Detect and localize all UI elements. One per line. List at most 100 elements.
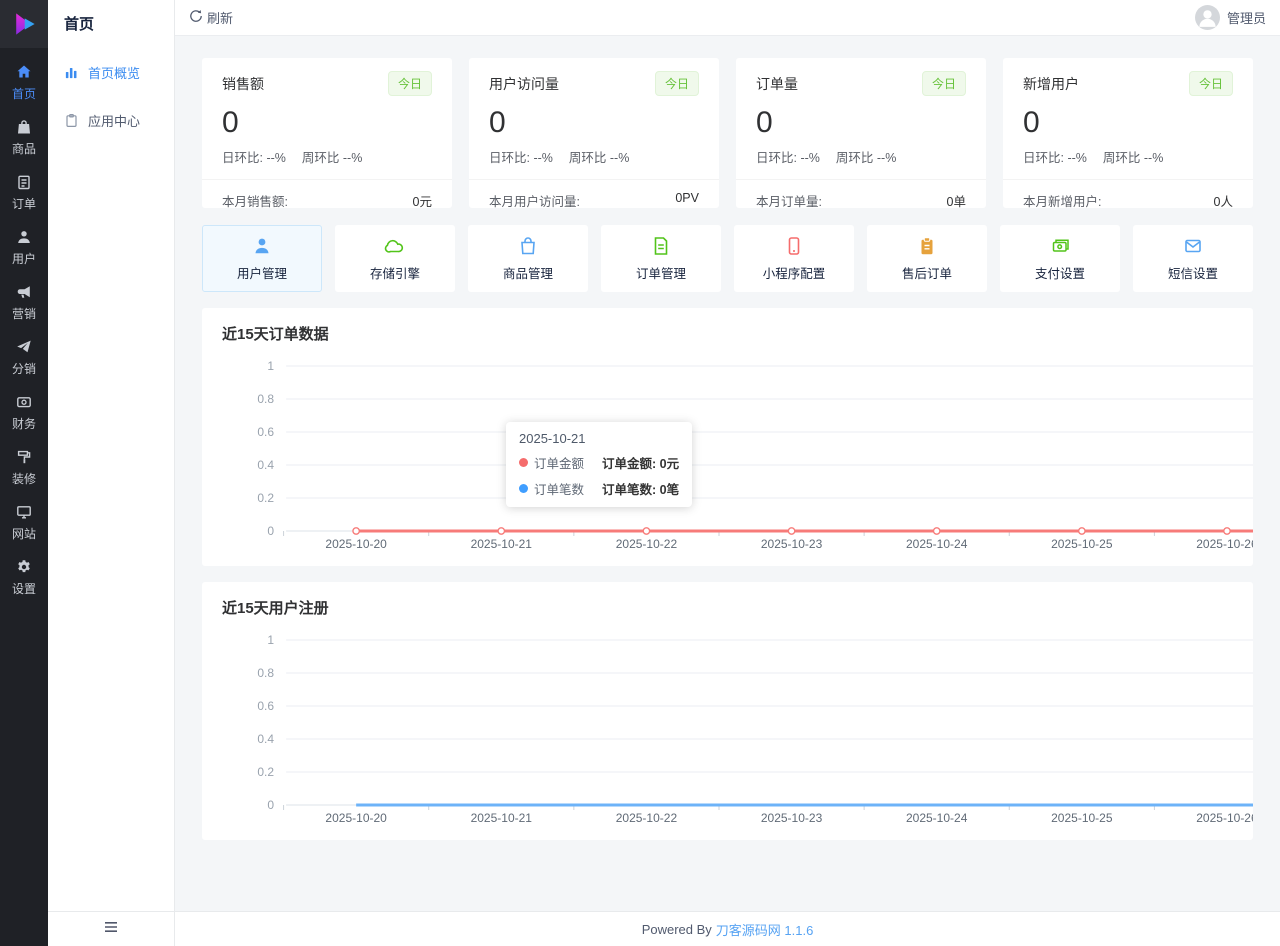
sidebar-item-website[interactable]: 网站	[0, 495, 48, 550]
quick-action-label: 存储引擎	[369, 267, 420, 281]
today-badge: 今日	[921, 71, 966, 96]
primary-sidebar: 首页 商品 订单 用户 营销 分销 财务 装修 网站 设置	[0, 0, 48, 946]
sidebar-item-home[interactable]: 首页	[0, 55, 48, 110]
sidebar-item-decorate[interactable]: 装修	[0, 440, 48, 495]
series-value: 订单笔数: 0笔	[602, 483, 680, 497]
refresh-button[interactable]: 刷新	[189, 8, 233, 27]
paper-plane-icon	[16, 339, 32, 355]
sidebar-item-marketing[interactable]: 营销	[0, 275, 48, 330]
shopping-bag-icon	[517, 235, 539, 257]
card-title: 用户访问量	[489, 75, 559, 92]
card-title: 订单量	[756, 75, 798, 92]
submenu-item-app-center[interactable]: 应用中心	[48, 99, 174, 142]
svg-text:1: 1	[267, 359, 274, 373]
quick-action-user-management[interactable]: 用户管理	[202, 225, 322, 292]
day-ratio: 日环比: --%	[756, 151, 820, 165]
submenu-item-label: 应用中心	[88, 114, 141, 129]
megaphone-icon	[16, 284, 32, 300]
sidebar-item-distribution[interactable]: 分销	[0, 330, 48, 385]
card-value: 0	[756, 106, 773, 139]
app-window: 首页 商品 订单 用户 营销 分销 财务 装修 网站 设置 首页 首页概览 应用…	[0, 0, 1280, 946]
banknote-icon	[1049, 235, 1071, 257]
quick-action-label: 售后订单	[901, 267, 952, 281]
quick-action-storage-engine[interactable]: 存储引擎	[335, 225, 455, 292]
chart-tooltip: 2025-10-21 订单金额 订单金额: 0元 订单笔数 订单笔数: 0笔	[506, 422, 693, 507]
sidebar-item-finance[interactable]: 财务	[0, 385, 48, 440]
svg-text:2025-10-25: 2025-10-25	[1051, 537, 1113, 551]
svg-text:0: 0	[267, 524, 274, 538]
svg-text:2025-10-26: 2025-10-26	[1196, 811, 1253, 825]
sidebar-item-settings[interactable]: 设置	[0, 550, 48, 605]
day-ratio: 日环比: --%	[222, 151, 286, 165]
user-menu[interactable]: 管理员	[1194, 5, 1266, 30]
card-footer-label: 本月订单量:	[756, 195, 822, 209]
sidebar-item-label: 首页	[11, 87, 36, 101]
series-value: 订单金额: 0元	[602, 457, 680, 471]
series-name: 订单金额	[534, 457, 585, 471]
card-footer-label: 本月新增用户:	[1023, 195, 1102, 209]
svg-text:2025-10-23: 2025-10-23	[761, 811, 823, 825]
sidebar-item-label: 设置	[11, 582, 36, 596]
submenu-item-overview[interactable]: 首页概览	[48, 51, 174, 94]
phone-icon	[783, 235, 805, 257]
gear-icon	[16, 559, 32, 575]
sidebar-item-users[interactable]: 用户	[0, 220, 48, 275]
secondary-sidebar: 首页 首页概览 应用中心	[48, 0, 175, 946]
sidebar-item-orders[interactable]: 订单	[0, 165, 48, 220]
card-value: 0	[489, 106, 506, 139]
page-footer: Powered By 刀客源码网 1.1.6	[175, 911, 1280, 946]
quick-action-payment-settings[interactable]: 支付设置	[1000, 225, 1120, 292]
cloud-icon	[384, 235, 406, 257]
person-icon	[251, 235, 273, 257]
avatar	[1194, 5, 1220, 30]
order-list-icon	[16, 174, 32, 190]
sidebar-item-goods[interactable]: 商品	[0, 110, 48, 165]
sidebar-item-label: 装修	[11, 472, 36, 486]
quick-action-miniprogram-config[interactable]: 小程序配置	[734, 225, 854, 292]
sidebar-item-label: 订单	[11, 197, 36, 211]
today-badge: 今日	[1188, 71, 1233, 96]
quick-action-aftersale-orders[interactable]: 售后订单	[867, 225, 987, 292]
powered-by-text: Powered By	[641, 921, 712, 937]
collapse-sidebar-button[interactable]	[48, 911, 174, 946]
card-value: 0	[222, 106, 239, 139]
svg-text:2025-10-20: 2025-10-20	[325, 537, 387, 551]
order-line-chart: 00.20.40.60.812025-10-20 2025-10-21 2025-1…	[257, 359, 1253, 551]
svg-text:2025-10-22: 2025-10-22	[616, 811, 678, 825]
refresh-icon	[189, 9, 203, 26]
quick-action-sms-settings[interactable]: 短信设置	[1133, 225, 1253, 292]
series-dot	[519, 458, 528, 467]
day-ratio: 日环比: --%	[489, 151, 553, 165]
svg-text:0.4: 0.4	[257, 732, 274, 746]
svg-text:0: 0	[267, 798, 274, 812]
card-title: 新增用户	[1023, 75, 1079, 92]
app-logo[interactable]	[0, 0, 48, 48]
register-line-chart: 0 0.2 0.4 0.6 0.8 1 2025-10-20 2025-10-21 2025-1…	[257, 633, 1253, 825]
paint-roller-icon	[16, 449, 32, 465]
submenu-item-label: 首页概览	[88, 66, 141, 81]
week-ratio: 周环比 --%	[835, 151, 897, 165]
dashboard-content: 销售额 今日 0 日环比: --% 周环比 --% 本月销售额: 0元 用户访问量 今日…	[175, 36, 1280, 911]
quick-action-label: 订单管理	[635, 267, 686, 281]
svg-text:1: 1	[267, 633, 274, 647]
card-footer-label: 本月销售额:	[222, 195, 288, 209]
footer-link[interactable]: 刀客源码网 1.1.6	[716, 920, 814, 939]
today-badge: 今日	[654, 71, 699, 96]
svg-text:0.2: 0.2	[257, 491, 274, 505]
card-value: 0	[1023, 106, 1040, 139]
monitor-icon	[16, 504, 32, 520]
quick-action-label: 支付设置	[1034, 267, 1085, 281]
series-name: 订单笔数	[534, 483, 585, 497]
card-footer-value: 0人	[1213, 195, 1233, 209]
quick-action-goods-management[interactable]: 商品管理	[468, 225, 588, 292]
sidebar-item-label: 用户	[11, 252, 36, 266]
series-dot	[519, 484, 528, 493]
topbar: 刷新 管理员	[175, 0, 1280, 36]
sidebar-item-label: 营销	[11, 307, 36, 321]
today-badge: 今日	[387, 71, 432, 96]
quick-action-order-management[interactable]: 订单管理	[601, 225, 721, 292]
stat-cards-row: 销售额 今日 0 日环比: --% 周环比 --% 本月销售额: 0元 用户访问量 今日…	[202, 58, 1253, 209]
svg-text:2025-10-24: 2025-10-24	[906, 537, 968, 551]
svg-text:0.8: 0.8	[257, 392, 274, 406]
week-ratio: 周环比 --%	[568, 151, 630, 165]
